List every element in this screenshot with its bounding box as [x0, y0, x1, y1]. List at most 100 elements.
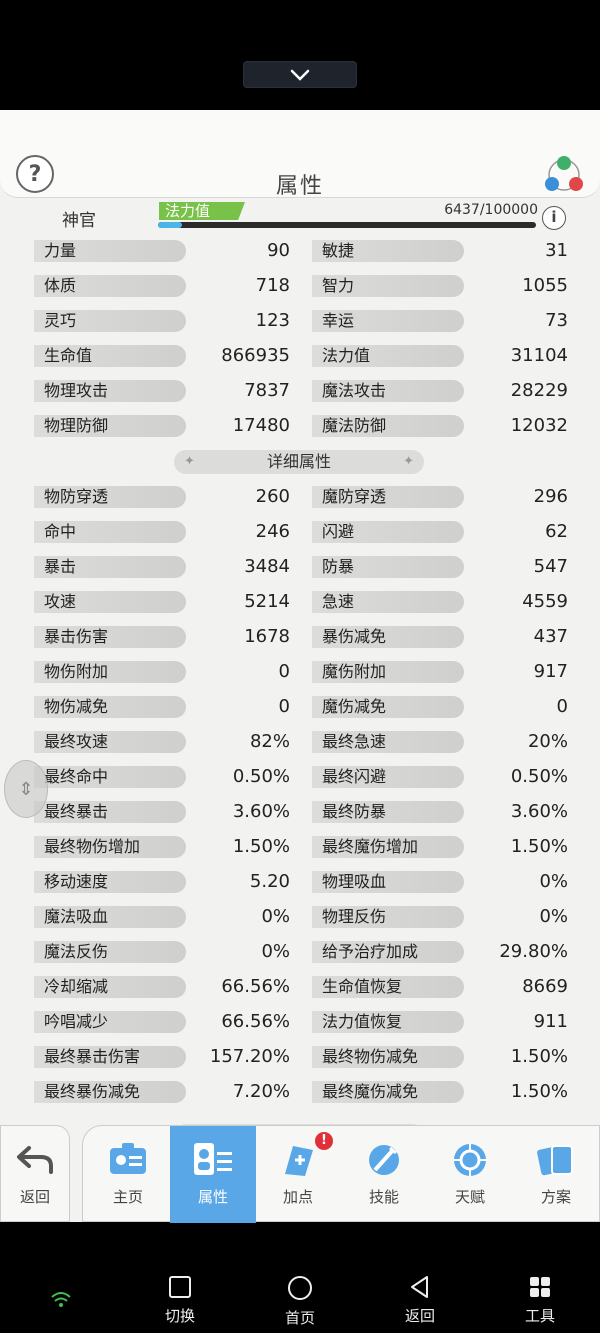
sys-home-label: 首页 — [284, 1309, 315, 1327]
attributes-icon — [194, 1143, 232, 1175]
info-button[interactable]: i — [542, 206, 566, 230]
stat-value: 0.50% — [232, 766, 290, 787]
stat-value: 437 — [533, 626, 568, 647]
stat-value: 0% — [261, 941, 290, 962]
tab-attributes[interactable]: 属性 — [170, 1126, 256, 1223]
stat-row: 暴击 3484 防暴 547 — [24, 550, 592, 584]
stat-row: 力量 90 敏捷 31 — [24, 234, 592, 268]
stat-label: 最终魔伤增加 — [312, 836, 464, 858]
stat-value: 1.50% — [510, 1081, 568, 1102]
tab-plan[interactable]: 方案 — [513, 1126, 599, 1223]
stat-label: 急速 — [312, 591, 464, 613]
stat-label: 体质 — [34, 275, 186, 297]
stat-label: 移动速度 — [34, 871, 186, 893]
tab-skills[interactable]: 技能 — [341, 1126, 427, 1223]
panel-header: ? 属性 — [0, 110, 600, 199]
attributes-panel: ? 属性 神官 法力值 6437/100000 i 力量 90 敏捷 31 体质 718 智… — [0, 110, 600, 1222]
stat-label: 最终闪避 — [312, 766, 464, 788]
skills-icon — [369, 1145, 399, 1175]
stat-value: 1.50% — [510, 1046, 568, 1067]
stat-label: 智力 — [312, 275, 464, 297]
stat-label: 最终暴击 — [34, 801, 186, 823]
stat-value: 911 — [533, 1011, 568, 1032]
stat-value: 157.20% — [209, 1046, 290, 1067]
stat-value: 31104 — [510, 345, 568, 366]
tab-home-label: 主页 — [112, 1188, 143, 1206]
collapse-handle[interactable] — [243, 61, 357, 88]
stat-value: 917 — [533, 661, 568, 682]
stat-row: 体质 718 智力 1055 — [24, 269, 592, 303]
stat-row: 命中 246 闪避 62 — [24, 515, 592, 549]
stat-row: 最终攻速 82% 最终急速 20% — [24, 725, 592, 759]
sys-back-label: 返回 — [404, 1307, 435, 1325]
switch-character-icon[interactable] — [543, 154, 585, 196]
triangle-back-icon — [411, 1276, 428, 1298]
stat-value: 29.80% — [499, 941, 568, 962]
back-label: 返回 — [19, 1188, 50, 1206]
stat-label: 力量 — [34, 240, 186, 262]
sys-tools-button[interactable]: 工具 — [505, 1275, 575, 1326]
stat-value: 296 — [533, 486, 568, 507]
stat-label: 给予治疗加成 — [312, 941, 464, 963]
stat-label: 攻速 — [34, 591, 186, 613]
stat-label: 最终防暴 — [312, 801, 464, 823]
stat-value: 4559 — [522, 591, 568, 612]
stat-value: 0.50% — [510, 766, 568, 787]
side-drag-handle[interactable]: ⇕ — [4, 760, 48, 818]
stat-label: 最终暴击伤害 — [34, 1046, 186, 1068]
stat-value: 0 — [556, 696, 568, 717]
stat-label: 物伤减免 — [34, 696, 186, 718]
stat-row: 最终命中 0.50% 最终闪避 0.50% — [24, 760, 592, 794]
stats-list[interactable]: 力量 90 敏捷 31 体质 718 智力 1055 灵巧 123 幸运 73 生命值 866935 法力值… — [24, 234, 592, 1222]
stat-value: 718 — [255, 275, 290, 296]
stat-label: 最终暴伤减免 — [34, 1081, 186, 1103]
stat-value: 260 — [255, 486, 290, 507]
stat-label: 闪避 — [312, 521, 464, 543]
stat-value: 17480 — [232, 415, 290, 436]
stat-label: 防暴 — [312, 556, 464, 578]
stat-value: 62 — [545, 521, 568, 542]
stat-label: 魔伤附加 — [312, 661, 464, 683]
stat-label: 最终魔伤减免 — [312, 1081, 464, 1103]
stat-value: 0 — [278, 696, 290, 717]
info-icon: i — [551, 208, 557, 226]
sys-switch-button[interactable]: 切换 — [145, 1275, 215, 1326]
stat-label: 物防穿透 — [34, 486, 186, 508]
back-arrow-icon — [17, 1146, 53, 1174]
stat-label: 魔法防御 — [312, 415, 464, 437]
stat-row: 魔法反伤 0% 给予治疗加成 29.80% — [24, 935, 592, 969]
tab-attributes-label: 属性 — [197, 1188, 228, 1206]
sys-back-button[interactable]: 返回 — [385, 1275, 455, 1326]
stat-value: 90 — [267, 240, 290, 261]
stat-row: 吟唱减少 66.56% 法力值恢复 911 — [24, 1005, 592, 1039]
stat-label: 法力值恢复 — [312, 1011, 464, 1033]
stat-label: 敏捷 — [312, 240, 464, 262]
stat-row: 攻速 5214 急速 4559 — [24, 585, 592, 619]
tab-talent[interactable]: 天赋 — [427, 1126, 513, 1223]
section-header: ✦ 详细属性 ✦ — [174, 450, 424, 474]
stat-value: 0% — [261, 906, 290, 927]
section-title: 详细属性 — [266, 452, 331, 471]
drag-arrows-icon: ⇕ — [18, 778, 34, 800]
stat-value: 5.20 — [249, 871, 290, 892]
mana-label: 法力值 — [159, 202, 245, 220]
sys-home-button[interactable]: 首页 — [265, 1275, 335, 1328]
tab-bar: 主页 属性 ! 加点 技能 天赋 方案 — [82, 1125, 600, 1223]
wifi-icon — [51, 1292, 71, 1307]
back-button[interactable]: 返回 — [0, 1125, 70, 1222]
stat-value: 3.60% — [510, 801, 568, 822]
stat-row: 最终暴伤减免 7.20% 最终魔伤减免 1.50% — [24, 1075, 592, 1109]
stat-label: 生命值恢复 — [312, 976, 464, 998]
stat-label: 物伤附加 — [34, 661, 186, 683]
stat-label: 物理防御 — [34, 415, 186, 437]
tab-points[interactable]: ! 加点 — [255, 1126, 341, 1223]
stat-label: 物理吸血 — [312, 871, 464, 893]
stat-row: 灵巧 123 幸运 73 — [24, 304, 592, 338]
talent-icon — [454, 1144, 486, 1176]
stat-value: 246 — [255, 521, 290, 542]
page-title: 属性 — [275, 174, 324, 199]
stat-label: 最终命中 — [34, 766, 186, 788]
tab-home[interactable]: 主页 — [85, 1126, 171, 1223]
mana-track — [158, 222, 536, 228]
stat-value: 5214 — [244, 591, 290, 612]
